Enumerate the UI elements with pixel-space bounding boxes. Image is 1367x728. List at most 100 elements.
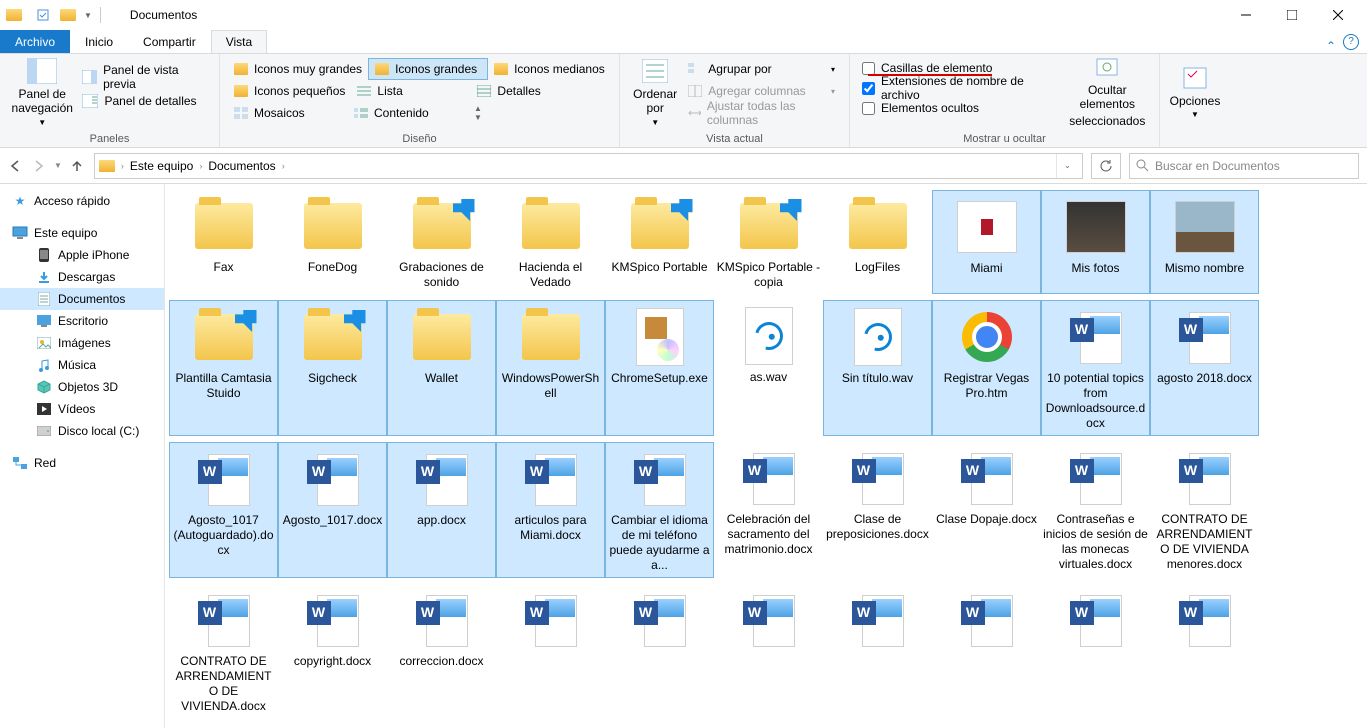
sidebar-item[interactable]: Imágenes [0, 332, 164, 354]
sidebar-item[interactable]: Vídeos [0, 398, 164, 420]
up-button[interactable] [68, 157, 86, 175]
file-item[interactable]: Sin título.wav [823, 300, 932, 436]
address-bar[interactable]: › Este equipo › Documentos › ⌄ [94, 153, 1083, 179]
details-pane-button[interactable]: Panel de detalles [76, 90, 211, 112]
address-dropdown[interactable]: ⌄ [1056, 154, 1078, 178]
breadcrumb-this-pc[interactable]: Este equipo [126, 159, 197, 173]
preview-pane-button[interactable]: Panel de vista previa [76, 66, 211, 88]
chevron-right-icon[interactable]: › [119, 161, 126, 171]
file-item[interactable]: Wcorreccion.docx [387, 584, 496, 718]
file-item[interactable]: W [1041, 584, 1150, 718]
file-item[interactable]: KMSpico Portable [605, 190, 714, 294]
search-box[interactable]: Buscar en Documentos [1129, 153, 1359, 179]
layout-list[interactable]: Lista [351, 80, 471, 102]
file-item[interactable]: Registrar Vegas Pro.htm [932, 300, 1041, 436]
file-item[interactable]: Wcopyright.docx [278, 584, 387, 718]
sort-by-button[interactable]: Ordenar por▼ [628, 56, 682, 128]
file-item[interactable]: WAgosto_1017 (Autoguardado).docx [169, 442, 278, 578]
sidebar-item[interactable]: Música [0, 354, 164, 376]
tab-share[interactable]: Compartir [128, 30, 211, 53]
layout-details[interactable]: Detalles [471, 80, 591, 102]
file-item[interactable]: KMSpico Portable - copia [714, 190, 823, 294]
file-item[interactable]: W [932, 584, 1041, 718]
minimize-button[interactable] [1223, 0, 1269, 30]
file-item[interactable]: Mis fotos [1041, 190, 1150, 294]
sidebar-item[interactable]: Objetos 3D [0, 376, 164, 398]
file-item[interactable]: Hacienda el Vedado [496, 190, 605, 294]
sidebar-this-pc[interactable]: Este equipo [0, 222, 164, 244]
file-item[interactable]: Wagosto 2018.docx [1150, 300, 1259, 436]
hidden-items-toggle[interactable]: Elementos ocultos [858, 98, 1064, 118]
file-extensions-toggle[interactable]: Extensiones de nombre de archivo [858, 78, 1064, 98]
close-button[interactable] [1315, 0, 1361, 30]
layout-extra-large[interactable]: Iconos muy grandes [228, 58, 368, 80]
file-grid[interactable]: FaxFoneDogGrabaciones de sonidoHacienda … [165, 184, 1367, 728]
sidebar-item[interactable]: Apple iPhone [0, 244, 164, 266]
forward-button[interactable] [30, 157, 48, 175]
file-item[interactable]: WCelebración del sacramento del matrimon… [714, 442, 823, 578]
qat-properties-icon[interactable] [36, 8, 50, 22]
qat-open-icon[interactable] [60, 9, 76, 21]
layout-scroll[interactable]: ▲▼ [468, 102, 488, 124]
file-item[interactable]: Wapp.docx [387, 442, 496, 578]
chevron-right-icon[interactable]: › [280, 161, 287, 171]
layout-tiles[interactable]: Mosaicos [228, 102, 348, 124]
layout-large[interactable]: Iconos grandes [368, 58, 488, 80]
back-button[interactable] [6, 157, 24, 175]
file-item[interactable]: W [278, 724, 387, 728]
file-item[interactable]: WCambiar el idioma de mi teléfono puede … [605, 442, 714, 578]
file-item[interactable]: W [496, 724, 605, 728]
file-item[interactable]: FoneDog [278, 190, 387, 294]
hide-selected-button[interactable]: Ocultar elementos seleccionados [1064, 56, 1151, 128]
sidebar-network[interactable]: Red [0, 452, 164, 474]
group-by-button[interactable]: Agrupar por▾ [682, 58, 841, 80]
sidebar-item[interactable]: Escritorio [0, 310, 164, 332]
file-item[interactable]: Warticulos para Miami.docx [496, 442, 605, 578]
file-item[interactable]: Plantilla Camtasia Stuido [169, 300, 278, 436]
file-item[interactable]: Fax [169, 190, 278, 294]
file-item[interactable]: W [496, 584, 605, 718]
file-item[interactable]: W [714, 584, 823, 718]
chevron-right-icon[interactable]: › [197, 161, 204, 171]
file-item[interactable]: ChromeSetup.exe [605, 300, 714, 436]
fit-columns-button[interactable]: Ajustar todas las columnas [682, 102, 841, 124]
tab-file[interactable]: Archivo [0, 30, 70, 53]
navigation-pane-button[interactable]: Panel de navegación ▼ [8, 56, 76, 128]
layout-medium[interactable]: Iconos medianos [488, 58, 611, 80]
recent-dropdown[interactable]: ▼ [54, 161, 62, 170]
ribbon-collapse-icon[interactable]: ⌃ [1319, 39, 1343, 53]
file-item[interactable]: Wallet [387, 300, 496, 436]
qat-dropdown-icon[interactable]: ▼ [84, 11, 92, 20]
sidebar-item[interactable]: Disco local (C:) [0, 420, 164, 442]
file-item[interactable]: WindowsPowerShell [496, 300, 605, 436]
tab-home[interactable]: Inicio [70, 30, 128, 53]
sidebar-item[interactable]: Documentos [0, 288, 164, 310]
sidebar-quick-access[interactable]: ★Acceso rápido [0, 190, 164, 212]
layout-small[interactable]: Iconos pequeños [228, 80, 351, 102]
file-item[interactable]: Miami [932, 190, 1041, 294]
file-item[interactable]: Sigcheck [278, 300, 387, 436]
breadcrumb-documents[interactable]: Documentos [204, 159, 279, 173]
file-item[interactable]: WAgosto_1017.docx [278, 442, 387, 578]
file-item[interactable]: W [605, 584, 714, 718]
file-item[interactable]: Grabaciones de sonido [387, 190, 496, 294]
file-item[interactable]: W [1150, 584, 1259, 718]
layout-content[interactable]: Contenido [348, 102, 468, 124]
file-item[interactable]: W10 potential topics from Downloadsource… [1041, 300, 1150, 436]
file-item[interactable]: WContraseñas e inicios de sesión de las … [1041, 442, 1150, 578]
file-item[interactable]: as.wav [714, 300, 823, 436]
options-button[interactable]: Opciones▼ [1168, 56, 1222, 128]
file-item[interactable]: WClase de preposiciones.docx [823, 442, 932, 578]
maximize-button[interactable] [1269, 0, 1315, 30]
refresh-button[interactable] [1091, 153, 1121, 179]
file-item[interactable]: W [823, 584, 932, 718]
file-item[interactable]: WClase Dopaje.docx [932, 442, 1041, 578]
file-item[interactable]: W [169, 724, 278, 728]
file-item[interactable]: Mismo nombre [1150, 190, 1259, 294]
file-item[interactable]: WCONTRATO DE ARRENDAMIENTO DE VIVIENDA.d… [169, 584, 278, 718]
sidebar-item[interactable]: Descargas [0, 266, 164, 288]
tab-view[interactable]: Vista [211, 30, 267, 53]
file-item[interactable]: W [387, 724, 496, 728]
file-item[interactable]: WCONTRATO DE ARRENDAMIENTO DE VIVIENDA m… [1150, 442, 1259, 578]
file-item[interactable]: LogFiles [823, 190, 932, 294]
